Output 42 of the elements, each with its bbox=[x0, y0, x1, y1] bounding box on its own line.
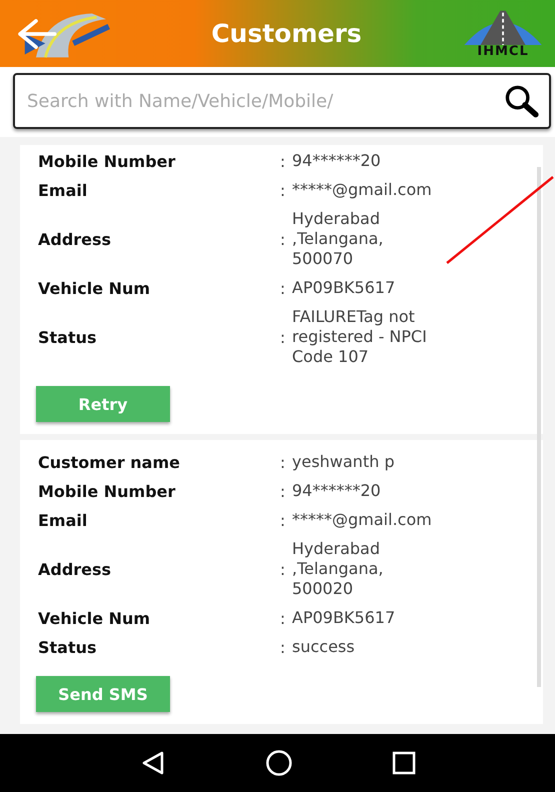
field-label: Customer name bbox=[38, 452, 181, 472]
field-value: yeshwanth p bbox=[292, 452, 396, 472]
field-value: AP09BK5617 bbox=[292, 278, 396, 298]
separator-colon: : bbox=[280, 452, 286, 472]
separator-colon: : bbox=[280, 608, 286, 628]
search-bar[interactable]: Search with Name/Vehicle/Mobile/ bbox=[13, 73, 551, 130]
field-value: Hyderabad ,Telangana, 500020 bbox=[292, 539, 384, 600]
field-label: Vehicle Num bbox=[38, 278, 152, 298]
field-label: Mobile Number bbox=[38, 152, 176, 171]
field-label: Status bbox=[38, 328, 98, 347]
separator-colon: : bbox=[280, 510, 286, 530]
field-value: *****@gmail.com bbox=[292, 510, 433, 530]
field-label: Status bbox=[38, 638, 98, 657]
field-label: Email bbox=[38, 510, 88, 530]
separator-colon: : bbox=[280, 152, 286, 171]
field-value: success bbox=[292, 637, 356, 658]
action-button[interactable]: Send SMS bbox=[36, 676, 170, 712]
separator-colon: : bbox=[280, 278, 286, 298]
field-label: Vehicle Num bbox=[38, 608, 152, 628]
field-value: FAILURETag not registered - NPCI Code 107 bbox=[292, 307, 428, 368]
field-label: Mobile Number bbox=[38, 482, 176, 501]
back-icon[interactable] bbox=[140, 750, 166, 776]
field-value: 94******20 bbox=[292, 151, 382, 172]
separator-colon: : bbox=[280, 482, 286, 501]
field-value: *****@gmail.com bbox=[292, 180, 433, 200]
logo-text: IHMCL bbox=[477, 45, 529, 58]
recent-apps-icon[interactable] bbox=[392, 751, 416, 776]
field-value: AP09BK5617 bbox=[292, 608, 396, 628]
field-value: 94******20 bbox=[292, 481, 382, 502]
field-label: Address bbox=[38, 560, 112, 579]
separator-colon: : bbox=[280, 328, 286, 347]
page-title: Customers bbox=[211, 19, 362, 48]
field-label: Address bbox=[38, 230, 112, 249]
separator-colon: : bbox=[280, 560, 286, 579]
field-label: Email bbox=[38, 180, 88, 200]
search-icon[interactable] bbox=[503, 84, 539, 118]
separator-colon: : bbox=[280, 230, 286, 249]
field-value: Hyderabad ,Telangana, 500070 bbox=[292, 209, 384, 270]
separator-colon: : bbox=[280, 638, 286, 657]
home-icon[interactable] bbox=[264, 749, 292, 778]
separator-colon: : bbox=[280, 180, 286, 200]
action-button[interactable]: Retry bbox=[36, 386, 170, 422]
